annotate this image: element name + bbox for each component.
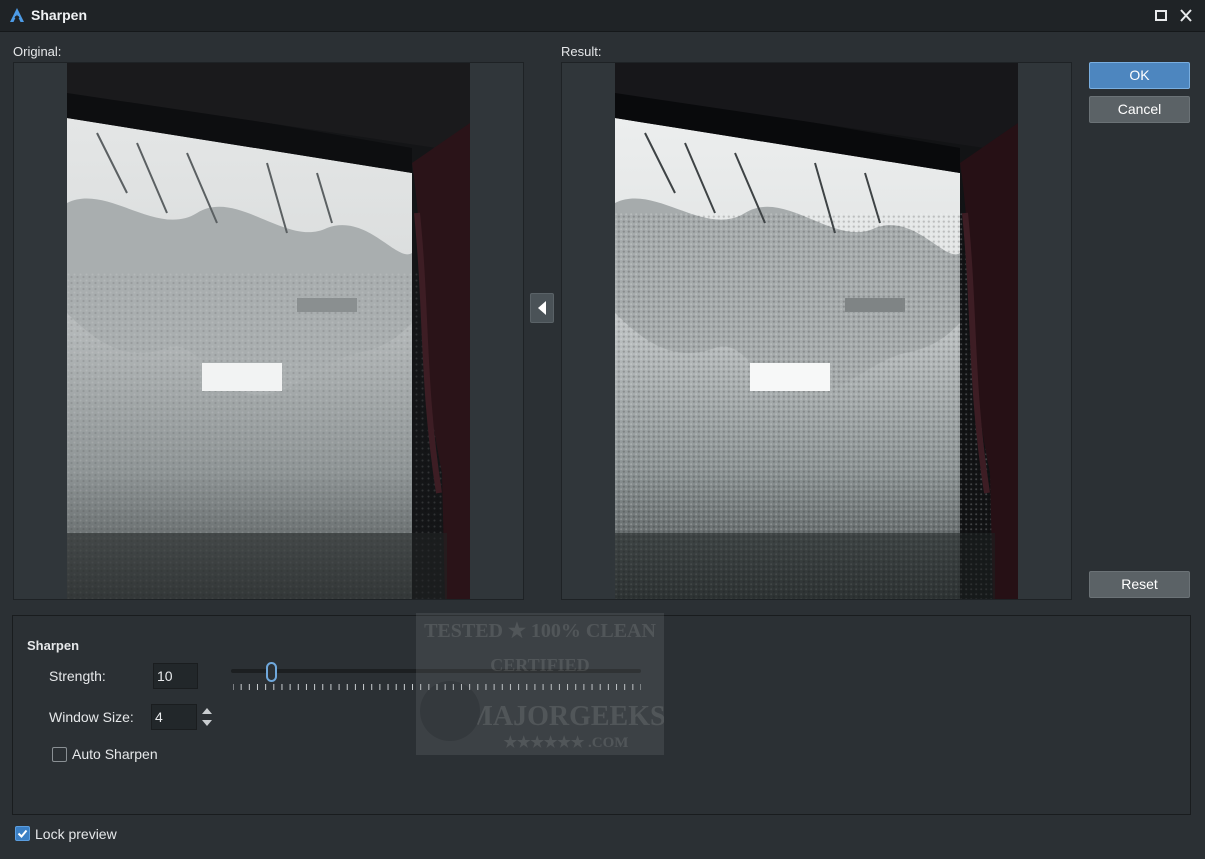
maximize-button[interactable] [1151, 6, 1171, 26]
auto-sharpen-checkbox[interactable] [52, 747, 67, 762]
lock-preview-checkbox[interactable] [15, 826, 30, 841]
copy-to-original-button[interactable] [530, 293, 554, 323]
spin-down-icon[interactable] [200, 717, 214, 729]
window-size-label: Window Size: [49, 709, 134, 725]
close-button[interactable] [1176, 6, 1196, 26]
auto-sharpen-label: Auto Sharpen [72, 746, 158, 762]
original-preview-image [67, 63, 470, 599]
watermark-line-2: CERTIFIED [490, 655, 589, 675]
group-title: Sharpen [27, 638, 80, 653]
checkmark-icon [17, 829, 28, 838]
majorgeeks-watermark: TESTED ★ 100% CLEAN CERTIFIED MAJORGEEKS… [416, 613, 664, 755]
ok-button[interactable]: OK [1089, 62, 1190, 89]
watermark-line-4: ★★★★★★ .COM [504, 735, 629, 751]
cancel-button[interactable]: Cancel [1089, 96, 1190, 123]
result-preview-pane [561, 62, 1072, 600]
reset-button[interactable]: Reset [1089, 571, 1190, 598]
window-size-input[interactable]: 4 [151, 704, 197, 730]
slider-thumb[interactable] [266, 662, 277, 682]
window-title: Sharpen [31, 7, 88, 23]
app-logo-icon [10, 8, 24, 22]
original-preview-pane [13, 62, 524, 600]
spin-up-icon[interactable] [200, 705, 214, 717]
maximize-icon [1155, 10, 1167, 21]
watermark-line-1: TESTED ★ 100% CLEAN [424, 620, 656, 642]
watermark-line-3: MAJORGEEKS [466, 701, 664, 732]
arrow-left-icon [538, 301, 546, 315]
strength-input[interactable]: 10 [153, 663, 198, 689]
strength-label: Strength: [49, 668, 106, 684]
original-label: Original: [13, 44, 62, 59]
title-bar: Sharpen [0, 0, 1205, 32]
close-icon [1180, 9, 1192, 22]
result-label: Result: [561, 44, 602, 59]
lock-preview-label: Lock preview [35, 826, 117, 842]
result-preview-image [615, 63, 1018, 599]
